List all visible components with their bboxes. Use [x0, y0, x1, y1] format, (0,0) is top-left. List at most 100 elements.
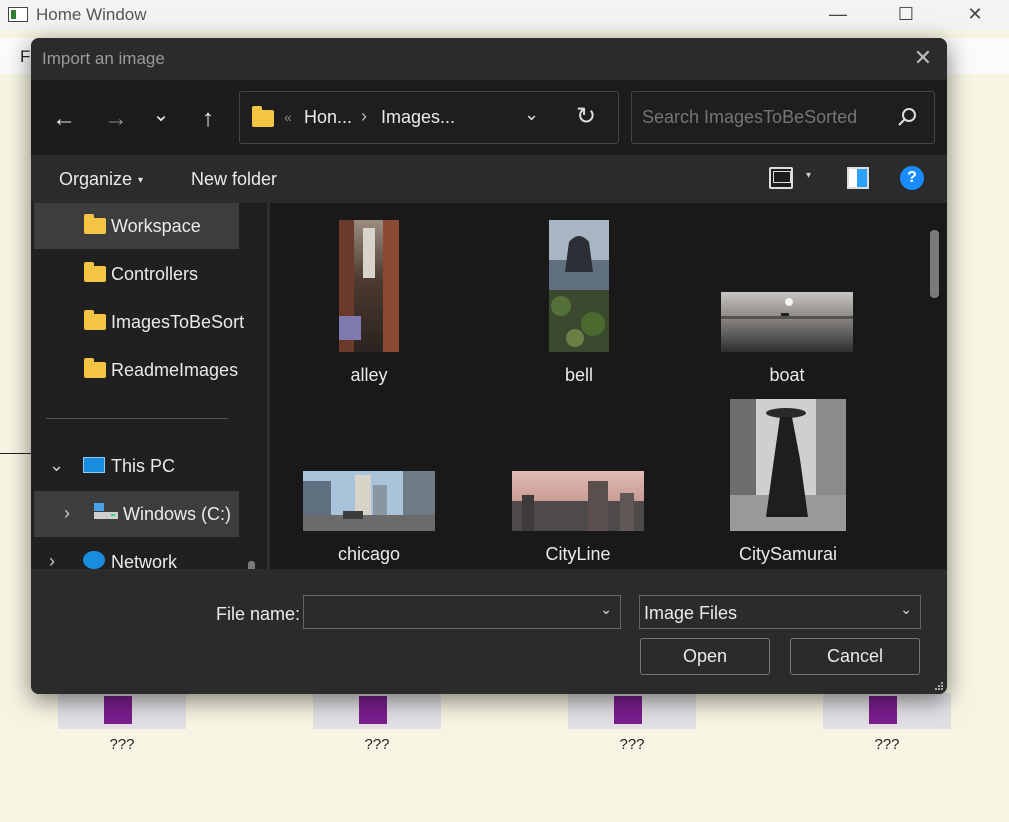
folder-icon [84, 262, 106, 282]
caret-down-icon: ▾ [138, 174, 144, 186]
sidebar-item-label: Network [111, 552, 178, 569]
tile-swatch [869, 696, 897, 724]
minimize-button[interactable]: — [803, 0, 873, 30]
breadcrumb-separator: › [361, 106, 367, 126]
view-mode-icon[interactable] [769, 167, 793, 189]
cancel-button[interactable]: Cancel [790, 638, 920, 675]
organize-menu[interactable]: Organize ▾ [59, 169, 143, 190]
folder-icon [84, 310, 106, 330]
tile-label: ??? [619, 736, 645, 753]
sidebar-item-controllers[interactable]: Controllers [34, 251, 239, 297]
navigation-pane: Workspace Controllers ImagesToBeSort Rea… [31, 203, 267, 569]
file-thumbnail[interactable] [512, 471, 644, 531]
chevron-down-icon[interactable]: ⌄ [900, 601, 912, 618]
organize-label: Organize [59, 169, 133, 189]
address-bar[interactable]: « Hon... › Images... ⌄ ↻ [239, 91, 619, 144]
app-tile[interactable] [313, 693, 441, 729]
search-icon[interactable] [896, 106, 918, 128]
file-thumbnail[interactable] [721, 292, 853, 352]
file-list-scrollbar[interactable] [930, 230, 939, 298]
resize-grip-icon[interactable] [934, 681, 944, 691]
app-menu-file[interactable]: F [20, 47, 30, 67]
sidebar-item-windows-c[interactable]: › Windows (C:) [34, 491, 239, 537]
close-window-button[interactable]: ✕ [940, 0, 1009, 30]
folder-icon [84, 214, 106, 234]
sidebar-item-label: ReadmeImages [111, 360, 239, 380]
chevron-right-icon[interactable]: › [64, 503, 70, 524]
file-name-field-label: File name: [216, 604, 301, 624]
file-type-select[interactable]: Image Files ⌄ [639, 595, 921, 629]
tile-label: ??? [874, 736, 900, 753]
app-tile[interactable] [823, 693, 951, 729]
file-type-value: Image Files [644, 603, 738, 623]
sidebar-item-network[interactable]: › Network [34, 539, 239, 569]
dialog-close-button[interactable]: ✕ [911, 46, 935, 70]
sidebar-item-label: Workspace [111, 216, 201, 236]
tile-label: ??? [364, 736, 390, 753]
tile-swatch [104, 696, 132, 724]
sidebar-item-label: This PC [111, 456, 176, 476]
recent-locations-button[interactable]: ⌄ [146, 100, 176, 130]
file-thumbnail[interactable] [549, 220, 609, 352]
chevron-down-icon[interactable]: ⌄ [49, 455, 64, 476]
new-folder-button[interactable]: New folder [191, 169, 277, 190]
file-name-label[interactable]: CityLine [488, 544, 668, 565]
maximize-button[interactable]: ☐ [871, 0, 941, 30]
file-name-label[interactable]: boat [697, 365, 877, 386]
dialog-title: Import an image [42, 49, 165, 68]
search-box[interactable] [631, 91, 935, 144]
sidebar-scrollbar[interactable] [248, 561, 255, 569]
app-tile[interactable] [568, 693, 696, 729]
dialog-footer: File name: ⌄ Image Files ⌄ Open Cancel [31, 569, 947, 694]
up-button[interactable]: ↑ [193, 104, 223, 134]
file-thumbnail[interactable] [303, 471, 435, 531]
computer-icon [83, 457, 105, 473]
refresh-icon[interactable]: ↻ [576, 102, 596, 131]
breadcrumb-item[interactable]: Hon... [304, 107, 352, 128]
tile-label: ??? [109, 736, 135, 753]
file-list: alley bell boat chicago CityLine CitySam… [270, 203, 947, 569]
app-titlebar: Home Window — ☐ ✕ [0, 0, 1009, 30]
open-button[interactable]: Open [640, 638, 770, 675]
tile-swatch [359, 696, 387, 724]
sidebar-item-readmeimages[interactable]: ReadmeImages [34, 347, 239, 393]
file-name-label[interactable]: CitySamurai [698, 544, 878, 565]
file-open-dialog: Import an image ✕ ← → ⌄ ↑ « Hon... › Ima… [31, 38, 947, 694]
app-divider [0, 453, 32, 454]
search-input[interactable] [632, 92, 882, 143]
view-options-caret-icon[interactable]: ▾ [806, 170, 811, 181]
network-icon [83, 551, 105, 569]
app-title: Home Window [36, 5, 147, 24]
chevron-down-icon[interactable]: ⌄ [600, 601, 612, 618]
forward-button[interactable]: → [101, 104, 131, 134]
sidebar-item-label: ImagesToBeSort [111, 312, 245, 332]
back-button[interactable]: ← [49, 104, 79, 134]
file-name-field[interactable]: ⌄ [303, 595, 621, 629]
command-bar: Organize ▾ New folder ▾ ? [31, 155, 947, 203]
sidebar-item-this-pc[interactable]: ⌄ This PC [34, 443, 239, 489]
sidebar-item-label: Controllers [111, 264, 199, 284]
file-thumbnail[interactable] [339, 220, 399, 352]
file-name-label[interactable]: alley [279, 365, 459, 386]
chevron-right-icon[interactable]: › [49, 551, 55, 569]
breadcrumb-overflow[interactable]: « [284, 109, 292, 125]
sidebar-item-label: Windows (C:) [123, 504, 232, 524]
sidebar-item-imagestobesorted[interactable]: ImagesToBeSort [34, 299, 244, 345]
file-name-label[interactable]: bell [489, 365, 669, 386]
app-icon [8, 7, 28, 22]
drive-icon [94, 503, 118, 519]
folder-icon [84, 358, 106, 378]
file-thumbnail[interactable] [730, 399, 846, 531]
tile-swatch [614, 696, 642, 724]
file-name-label[interactable]: chicago [279, 544, 459, 565]
folder-icon [252, 106, 274, 127]
app-tile[interactable] [58, 693, 186, 729]
navigation-bar: ← → ⌄ ↑ « Hon... › Images... ⌄ ↻ [31, 80, 947, 155]
preview-pane-icon[interactable] [847, 167, 869, 189]
dialog-titlebar: Import an image ✕ [31, 38, 947, 80]
sidebar-item-workspace[interactable]: Workspace [34, 203, 239, 249]
sidebar-separator [46, 418, 228, 419]
address-history-dropdown[interactable]: ⌄ [524, 104, 539, 125]
breadcrumb-item[interactable]: Images... [381, 107, 455, 128]
help-icon[interactable]: ? [900, 166, 924, 190]
